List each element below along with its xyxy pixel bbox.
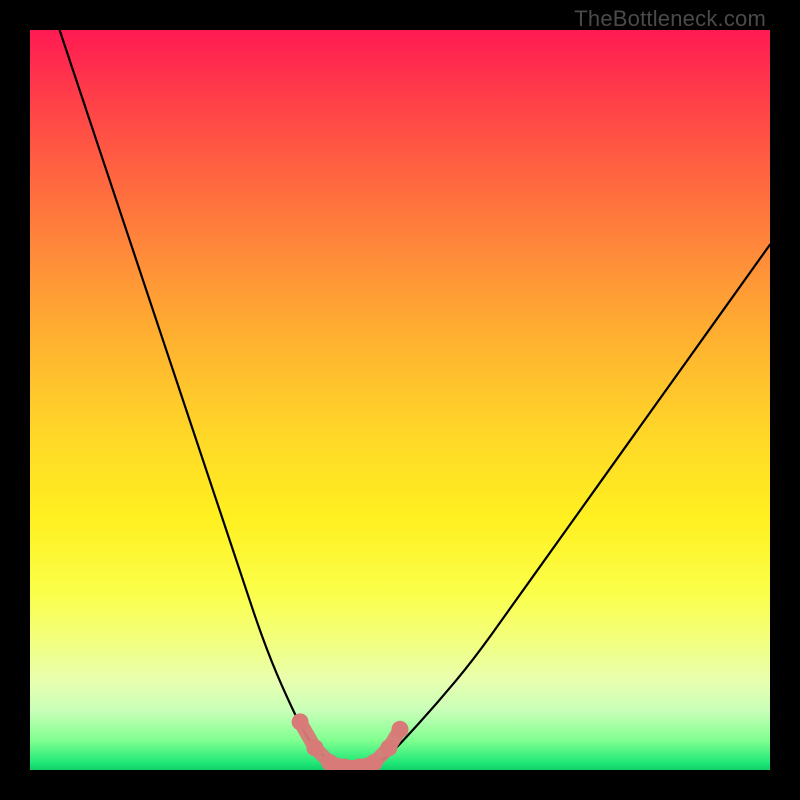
- chart-frame: TheBottleneck.com: [0, 0, 800, 800]
- watermark-text: TheBottleneck.com: [574, 6, 766, 32]
- highlight-dot: [292, 713, 309, 730]
- curve-layer: [30, 30, 770, 770]
- bottleneck-curve: [60, 30, 770, 767]
- bottom-highlight-dots: [292, 713, 409, 770]
- highlight-dot: [380, 739, 397, 756]
- plot-area: [30, 30, 770, 770]
- highlight-dot: [392, 721, 409, 738]
- highlight-dot: [306, 739, 323, 756]
